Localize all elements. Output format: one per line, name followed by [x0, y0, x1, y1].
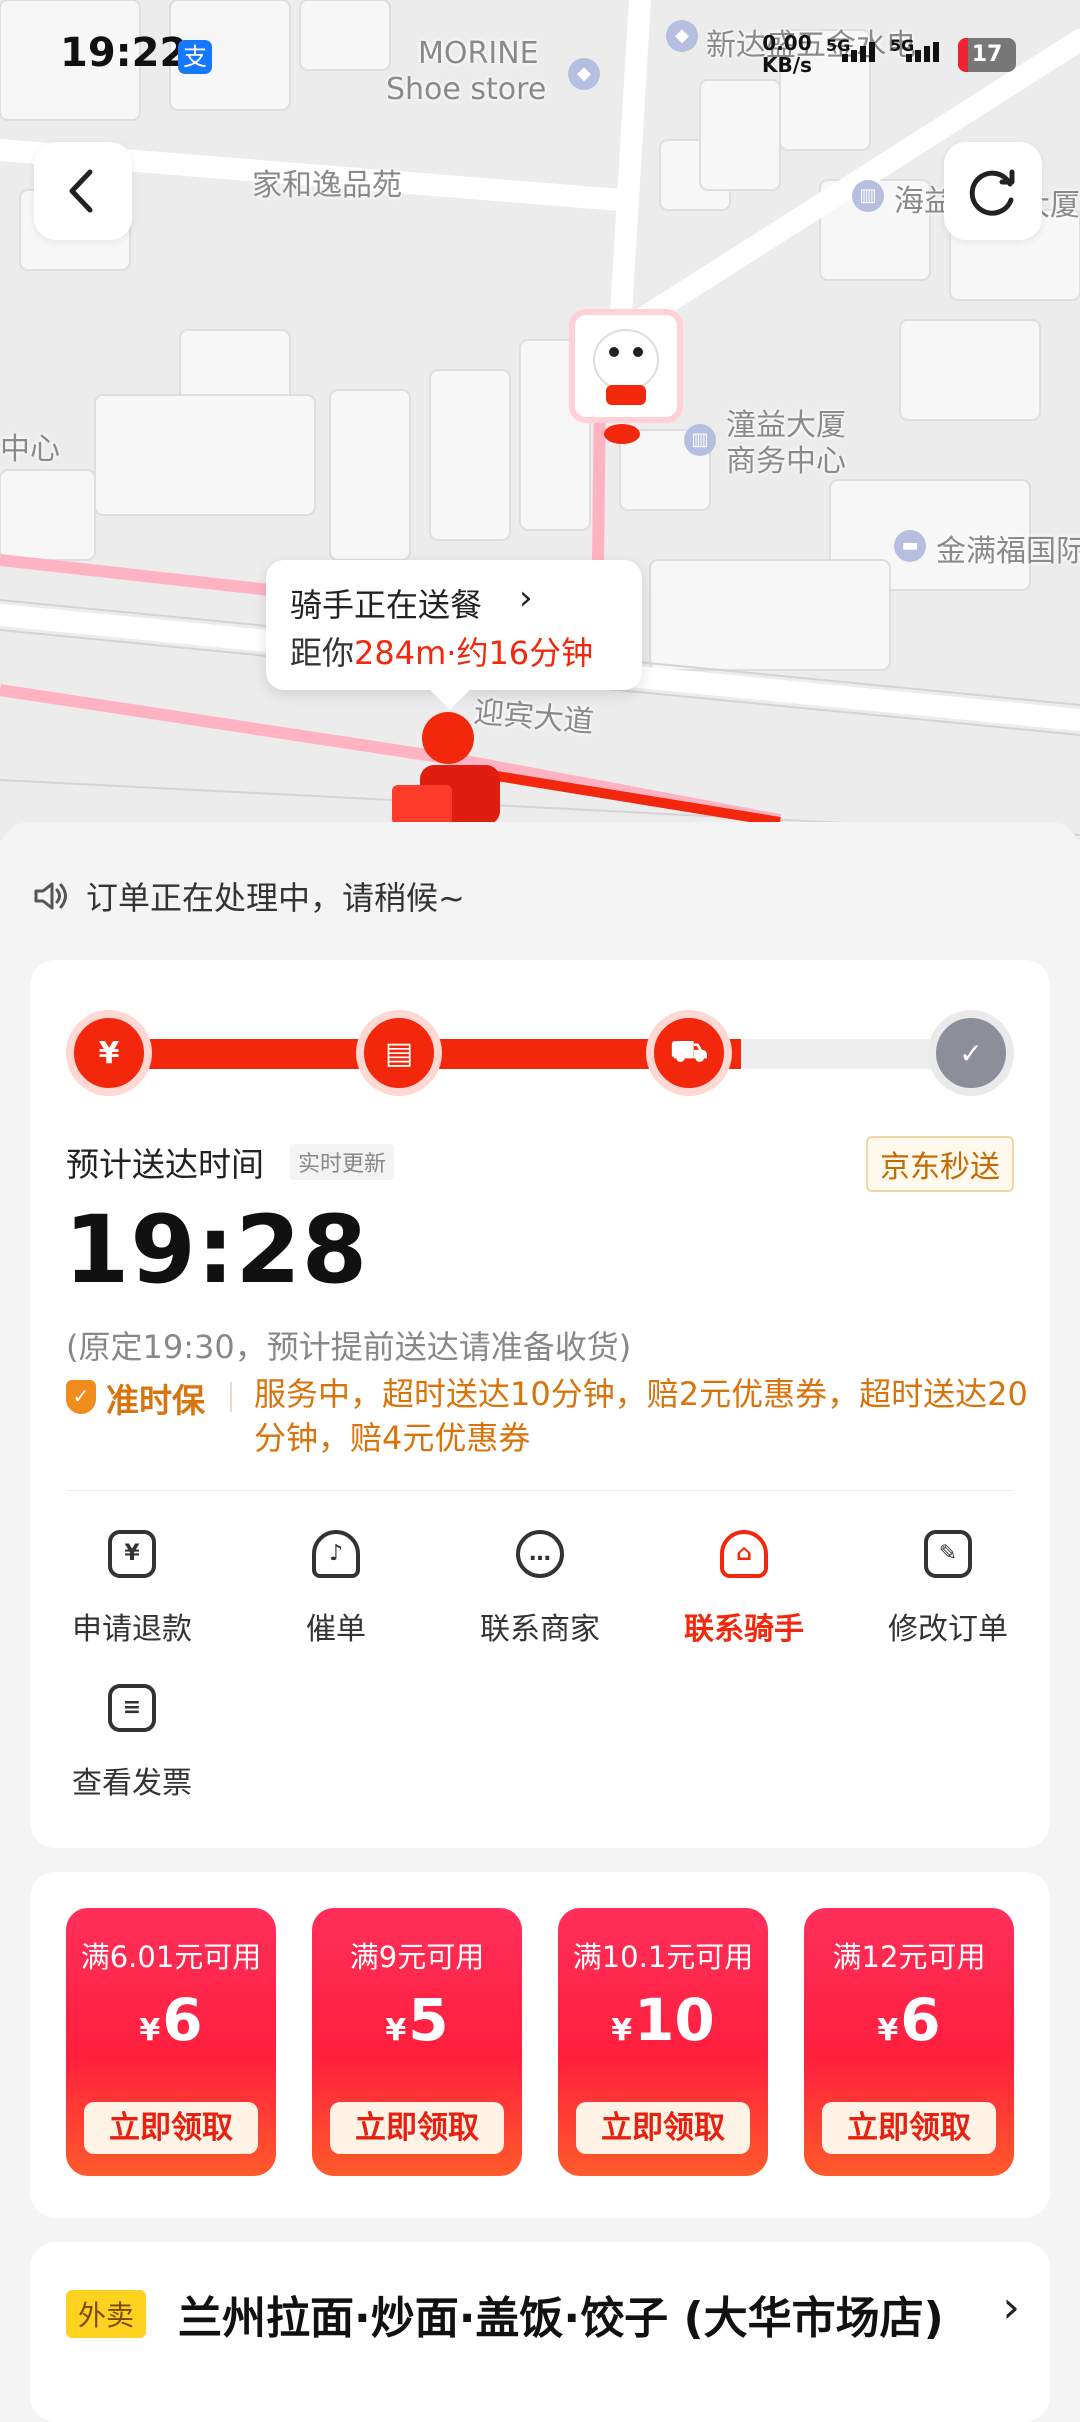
coupon-value: 5: [408, 1986, 449, 2054]
action-label: 联系商家: [480, 1612, 600, 1647]
signal-bars-icon: [906, 42, 939, 62]
currency-symbol: ¥: [139, 2013, 161, 2048]
jd-express-badge: 京东秒送: [866, 1136, 1014, 1192]
divider: [66, 1490, 1014, 1491]
coupon-amount: ¥6: [804, 1986, 1014, 2054]
speaker-icon: [34, 882, 67, 910]
takeout-tag: 外卖: [66, 2290, 147, 2338]
chevron-right-icon: ›: [519, 578, 533, 618]
order-status-card: ¥ ▤ ⛟ ✓ 预计送达时间 实时更新 京东秒送 19:28 (原定19:30，…: [30, 960, 1050, 1848]
order-detail-panel: 订单正在处理中，请稍候~ ¥ ▤ ⛟ ✓ 预计送达时间 实时更新 京东秒送 19…: [0, 822, 1080, 2422]
coupon: 满10.1元可用 ¥10 立即领取: [558, 1908, 768, 2176]
edit-order-icon: ✎: [924, 1530, 972, 1578]
step-paid: ¥: [66, 1010, 152, 1096]
claim-coupon-button[interactable]: 立即领取: [84, 2102, 258, 2154]
refresh-icon: [969, 169, 1015, 216]
map-label-zhongxin: 中心: [0, 432, 60, 467]
coupon-condition: 满10.1元可用: [572, 1940, 754, 1974]
urge-order-button[interactable]: ♪ 催单: [234, 1530, 438, 1660]
check-icon: ✓: [959, 1036, 983, 1070]
claim-coupon-button[interactable]: 立即领取: [330, 2102, 504, 2154]
map-label-tongyi-business: 商务中心: [726, 444, 846, 479]
coupon-amount: ¥10: [558, 1986, 768, 2054]
store-icon: ▤: [384, 1035, 414, 1071]
delivery-progress: ¥ ▤ ⛟ ✓: [66, 1010, 1014, 1096]
alipay-icon: 支: [178, 40, 212, 74]
coupon-amount: ¥5: [312, 1986, 522, 2054]
scooter-icon: ⛟: [670, 1033, 708, 1069]
invoice-icon: ≡: [108, 1684, 156, 1732]
notice-text: 订单正在处理中，请稍候~: [86, 879, 465, 917]
realtime-update-tag: 实时更新: [290, 1144, 395, 1180]
rider-distance-eta: 284m·约16分钟: [354, 634, 594, 672]
status-time: 19:22: [60, 30, 188, 76]
action-label: 催单: [306, 1612, 366, 1647]
back-button[interactable]: [34, 142, 132, 240]
step-delivered: ✓: [928, 1010, 1014, 1096]
delivery-map[interactable]: MORINE Shoe store ◆ ◆ 新达盛五金水电 家和逸品苑 ▥ 海益…: [0, 0, 1080, 840]
contact-merchant-button[interactable]: … 联系商家: [438, 1530, 642, 1660]
currency-symbol: ¥: [385, 2013, 407, 2048]
building-poi-icon: ▥: [852, 180, 884, 212]
coupon-value: 6: [900, 1986, 941, 2054]
status-bar: 19:22 支 0.00 KB/s 5G 5G 17: [0, 0, 1080, 110]
map-label-jinman: 金满福国际: [936, 534, 1080, 569]
rider-helmet-icon: ⌂: [720, 1530, 768, 1578]
rider-status-bubble[interactable]: 骑手正在送餐 › 距你284m·约16分钟: [266, 560, 642, 690]
contact-rider-button[interactable]: ⌂ 联系骑手: [642, 1530, 846, 1660]
view-invoice-button[interactable]: ≡ 查看发票: [30, 1684, 234, 1814]
step-delivering: ⛟: [646, 1010, 732, 1096]
network-speed-value: 0.00: [762, 31, 812, 55]
action-label: 申请退款: [72, 1612, 192, 1647]
merchant-chat-icon: …: [516, 1530, 564, 1578]
action-label: 查看发票: [72, 1766, 192, 1801]
hotel-poi-icon: ▬: [894, 530, 926, 562]
refresh-button[interactable]: [944, 142, 1042, 240]
bell-icon: ♪: [312, 1530, 360, 1578]
coupon-condition: 满12元可用: [832, 1940, 986, 1974]
battery-icon: 17: [958, 38, 1016, 72]
divider: [230, 1382, 232, 1412]
coupon-condition: 满9元可用: [349, 1940, 485, 1974]
modify-order-button[interactable]: ✎ 修改订单: [846, 1530, 1050, 1660]
apply-refund-button[interactable]: ¥ 申请退款: [30, 1530, 234, 1660]
coupon: 满12元可用 ¥6 立即领取: [804, 1908, 1014, 2176]
refund-icon: ¥: [108, 1530, 156, 1578]
eta-label: 预计送达时间: [66, 1145, 264, 1184]
on-time-guarantee-text: 服务中，超时送达10分钟，赔2元优惠券，超时送达20分钟，赔4元优惠券: [254, 1375, 1028, 1457]
yuan-icon: ¥: [98, 1035, 120, 1071]
claim-coupon-button[interactable]: 立即领取: [576, 2102, 750, 2154]
currency-symbol: ¥: [877, 2013, 899, 2048]
coupon-card: 满6.01元可用 ¥6 立即领取 满9元可用 ¥5 立即领取 满10.1元可用 …: [30, 1872, 1050, 2218]
coupon-value: 6: [162, 1986, 203, 2054]
network-speed: 0.00 KB/s: [762, 32, 812, 76]
chevron-right-icon: ›: [1002, 2282, 1020, 2333]
rider-status-title: 骑手正在送餐: [290, 586, 483, 624]
eta-time: 19:28: [64, 1196, 369, 1305]
action-label: 联系骑手: [684, 1612, 804, 1647]
step-merchant: ▤: [356, 1010, 442, 1096]
rider-distance-prefix: 距你: [290, 634, 355, 672]
shield-check-icon: ✓: [66, 1380, 96, 1414]
action-label: 修改订单: [888, 1612, 1008, 1647]
claim-coupon-button[interactable]: 立即领取: [822, 2102, 996, 2154]
chevron-left-icon: [69, 169, 93, 213]
store-name: 兰州拉面·炒面·盖饭·饺子 (大华市场店): [178, 2293, 944, 2344]
coupon: 满6.01元可用 ¥6 立即领取: [66, 1908, 276, 2176]
coupon-condition: 满6.01元可用: [80, 1940, 262, 1974]
coupon-value: 10: [634, 1986, 715, 2054]
network-speed-unit: KB/s: [762, 53, 812, 77]
map-label-jiahe: 家和逸品苑: [252, 168, 402, 203]
coupon: 满9元可用 ¥5 立即领取: [312, 1908, 522, 2176]
coupon-amount: ¥6: [66, 1986, 276, 2054]
signal-bars-icon: [842, 42, 875, 62]
building-poi-icon: ▥: [684, 424, 716, 456]
eta-note: (原定19:30，预计提前送达请准备收货): [66, 1328, 632, 1366]
store-card[interactable]: 外卖 兰州拉面·炒面·盖饭·饺子 (大华市场店) ›: [30, 2242, 1050, 2422]
battery-level: 17: [971, 42, 1003, 67]
currency-symbol: ¥: [611, 2013, 633, 2048]
rider-distance-line: 距你284m·约16分钟: [290, 628, 593, 674]
processing-notice: 订单正在处理中，请稍候~: [32, 874, 465, 918]
on-time-guarantee-title: 准时保: [106, 1381, 205, 1420]
